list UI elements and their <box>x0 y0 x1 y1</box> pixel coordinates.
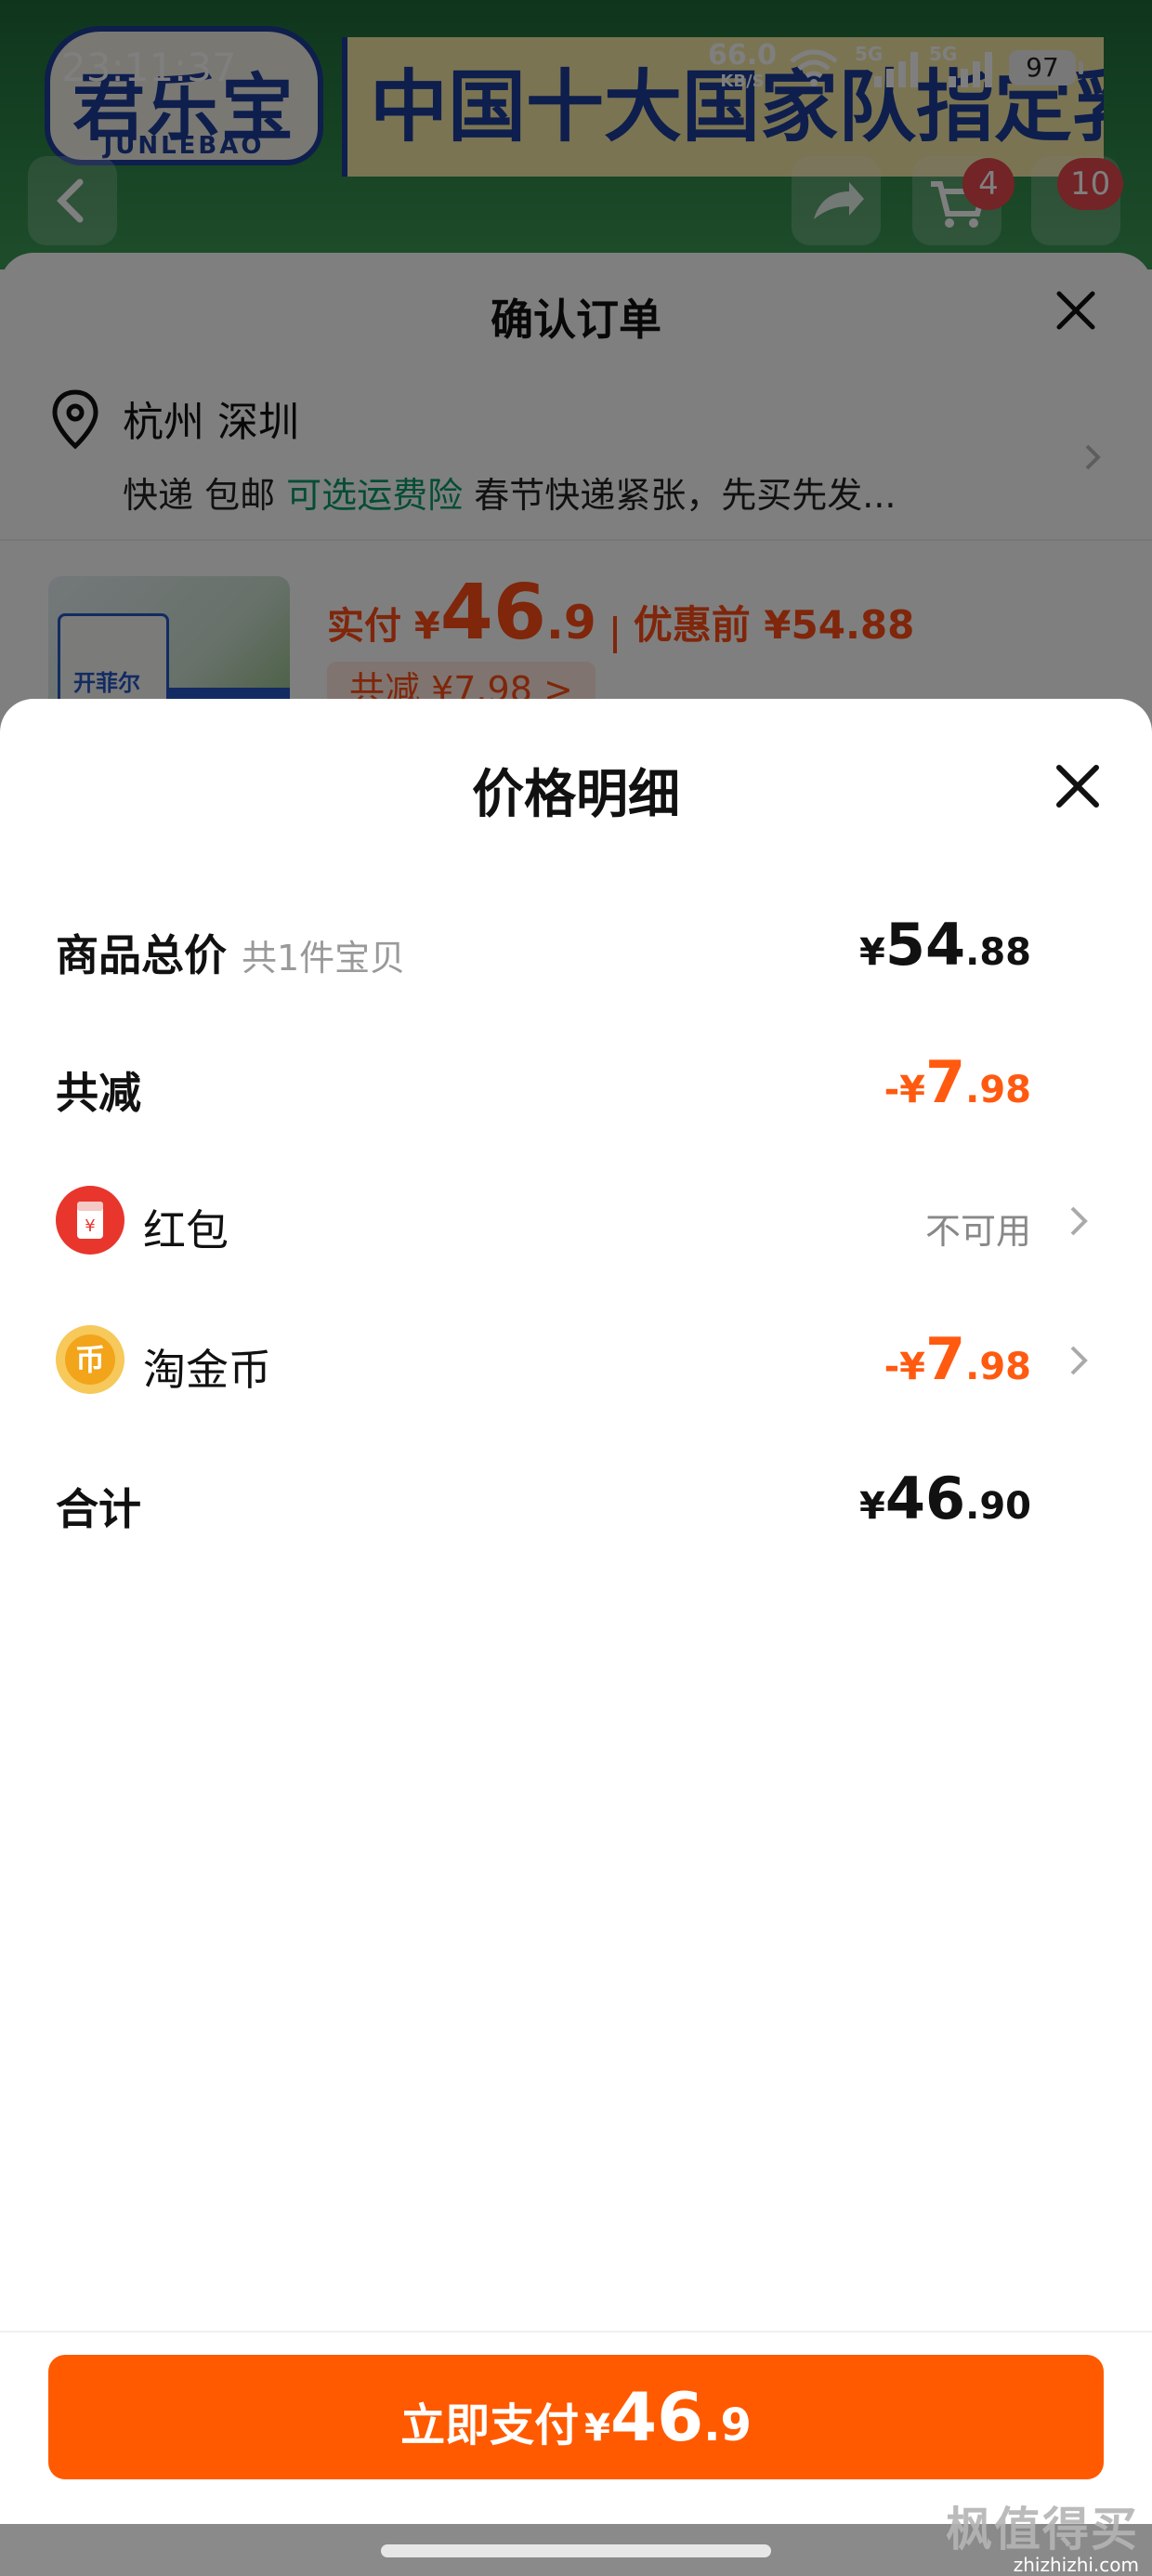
row-red-packet[interactable]: ¥ 红包 不可用 <box>56 1180 1096 1264</box>
watermark: 枫值得买 zhizhizhi.com <box>946 2492 1139 2576</box>
modal-title: 价格明细 <box>472 765 680 825</box>
envelope-glyph: ¥ <box>85 1216 95 1236</box>
coin-glyph: 币 <box>75 1342 105 1377</box>
pay-now-int: 46 <box>610 2378 704 2456</box>
pay-now-currency: ¥ <box>584 2407 610 2450</box>
total-discount-amount: -¥7.98 <box>884 1048 1031 1116</box>
row-label: 淘金币 <box>143 1345 271 1395</box>
row-label: 共减 <box>56 1068 141 1118</box>
close-icon[interactable] <box>1048 756 1107 816</box>
row-taobao-coins[interactable]: 币 淘金币 -¥7.98 <box>56 1320 1096 1403</box>
goods-total-amount: ¥54.88 <box>859 911 1031 979</box>
row-total-discount: 共减 -¥7.98 <box>56 1043 1096 1126</box>
chevron-right-icon[interactable] <box>1059 1201 1096 1242</box>
gold-coin-icon: 币 <box>56 1325 124 1394</box>
home-indicator[interactable] <box>381 2544 771 2557</box>
price-detail-modal: 价格明细 商品总价 共1件宝贝 ¥54.88 共减 -¥7.98 ¥ 红包 不可用… <box>0 699 1152 2576</box>
watermark-cn: 枫值得买 <box>946 2503 1139 2556</box>
red-packet-status: 不可用 <box>924 1211 1031 1252</box>
pay-now-button[interactable]: 立即支付 ¥46.9 <box>48 2355 1104 2479</box>
row-label: 商品总价 共1件宝贝 <box>56 930 406 980</box>
coin-discount-amount: -¥7.98 <box>884 1325 1031 1393</box>
red-envelope-icon: ¥ <box>56 1186 124 1255</box>
pay-now-label: 立即支付 <box>400 2399 580 2451</box>
grand-total-amount: ¥46.90 <box>859 1465 1031 1532</box>
row-goods-total: 商品总价 共1件宝贝 ¥54.88 <box>56 905 1096 989</box>
item-count: 共1件宝贝 <box>242 938 406 979</box>
row-label: 红包 <box>143 1205 229 1255</box>
row-grand-total: 合计 ¥46.90 <box>56 1459 1096 1543</box>
pay-now-dec: .9 <box>703 2399 752 2451</box>
row-label: 合计 <box>56 1484 141 1534</box>
chevron-right-icon[interactable] <box>1059 1340 1096 1381</box>
